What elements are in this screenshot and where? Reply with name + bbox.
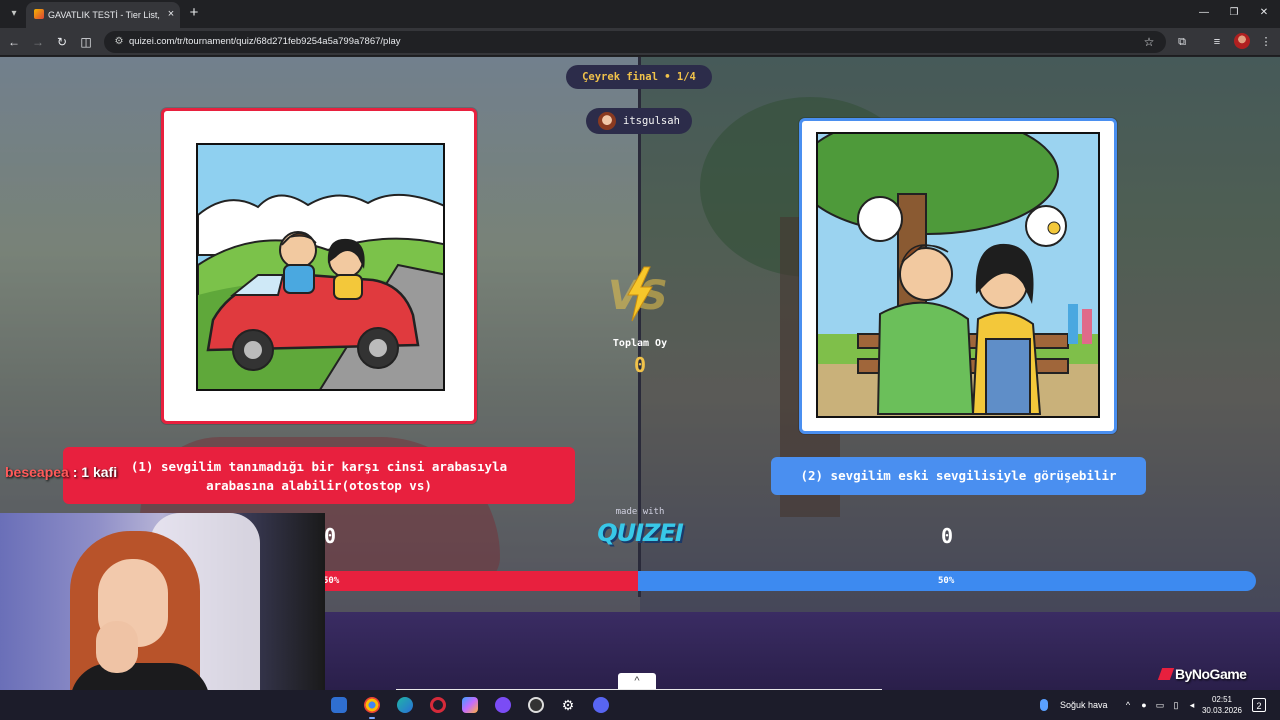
- made-with-text: made with: [615, 507, 665, 517]
- vs-lightning-icon: VS: [608, 266, 668, 322]
- bynogame-watermark: ByNoGame: [1160, 666, 1247, 682]
- option-1-percent: 50%: [323, 576, 340, 586]
- option-2-card[interactable]: [799, 118, 1117, 434]
- minimize-button[interactable]: —: [1194, 5, 1214, 21]
- tab-strip: ▾ GAVATLIK TESTİ - Tier List, Kör S × + …: [0, 0, 1280, 28]
- username: itsgulsah: [623, 115, 680, 127]
- round-indicator: Çeyrek final • 1/4: [566, 65, 712, 89]
- tab-search-icon[interactable]: ▾: [6, 6, 22, 22]
- close-window-button[interactable]: ✕: [1254, 5, 1274, 21]
- back-button[interactable]: ←: [6, 34, 22, 50]
- site-info-icon[interactable]: ⚙: [112, 35, 126, 49]
- browser-menu-icon[interactable]: ⋮: [1258, 34, 1274, 50]
- chevron-up-icon[interactable]: ^: [618, 673, 656, 690]
- edge-icon[interactable]: [397, 697, 413, 713]
- chrome-icon[interactable]: [364, 697, 380, 719]
- address-bar[interactable]: ⚙ quizei.com/tr/tournament/quiz/68d271fe…: [104, 31, 1166, 53]
- chat-text: 1 kafi: [81, 464, 118, 480]
- webcam-overlay: [0, 513, 325, 720]
- new-tab-button[interactable]: +: [186, 5, 202, 21]
- option-2-button[interactable]: (2) sevgilim eski sevgilisiyle görüşebil…: [771, 457, 1146, 495]
- option-1-button[interactable]: (1) sevgilim tanımadığı bir karşı cinsi …: [63, 447, 575, 504]
- recorder-icon[interactable]: [528, 697, 544, 713]
- bookmark-star-icon[interactable]: ☆: [1141, 34, 1157, 50]
- obs-icon[interactable]: [495, 697, 511, 713]
- tray-chevron-icon[interactable]: ^: [1122, 699, 1134, 711]
- stream-chat-message: beseapea : 1 kafi: [5, 464, 117, 480]
- option-2-progress: 50%: [638, 571, 1256, 591]
- park-couple-image: [818, 134, 1098, 416]
- option-1-illustration: [196, 143, 445, 391]
- option-2-percent: 50%: [938, 576, 955, 586]
- microphone-icon[interactable]: ●: [1138, 699, 1150, 711]
- chat-separator: :: [72, 464, 78, 480]
- outlook-icon[interactable]: [331, 697, 347, 713]
- settings-gear-icon[interactable]: ⚙: [560, 697, 576, 713]
- total-votes-value: 0: [633, 353, 647, 377]
- media-control-icon[interactable]: ≡: [1209, 34, 1225, 50]
- notification-icon[interactable]: 2: [1252, 698, 1266, 712]
- network-icon[interactable]: ▭: [1154, 699, 1166, 711]
- thermometer-icon[interactable]: [1040, 699, 1048, 711]
- url-text[interactable]: quizei.com/tr/tournament/quiz/68d271feb9…: [129, 35, 400, 49]
- avatar: [598, 112, 616, 130]
- tab-active[interactable]: GAVATLIK TESTİ - Tier List, Kör S ×: [26, 2, 180, 28]
- forward-button[interactable]: →: [30, 34, 46, 50]
- reload-button[interactable]: ↻: [54, 34, 70, 50]
- total-votes-label: Toplam Oy: [612, 338, 668, 349]
- clock-date[interactable]: 30.03.2026: [1200, 705, 1244, 716]
- restore-button[interactable]: ❐: [1224, 5, 1244, 21]
- opera-icon[interactable]: [430, 697, 446, 713]
- option-2-score: 0: [940, 524, 954, 548]
- discord-icon[interactable]: [593, 697, 609, 713]
- extensions-icon[interactable]: ⧉: [1174, 34, 1190, 50]
- weather-text[interactable]: Soğuk hava: [1060, 699, 1108, 711]
- split-view-icon[interactable]: ◫: [78, 34, 94, 50]
- windows-taskbar: ⚙ Soğuk hava ^ ● ▭ ▯ ◂ 02:51 30.03.2026 …: [0, 690, 1280, 720]
- clock-time[interactable]: 02:51: [1204, 694, 1240, 705]
- browser-toolbar: ← → ↻ ◫ ⚙ quizei.com/tr/tournament/quiz/…: [0, 28, 1280, 56]
- copilot-icon[interactable]: [462, 697, 478, 713]
- option-1-card[interactable]: [161, 108, 477, 424]
- tab-close-icon[interactable]: ×: [165, 7, 177, 21]
- chat-username: beseapea: [5, 464, 69, 480]
- user-badge: itsgulsah: [586, 108, 692, 134]
- option-2-illustration: [816, 132, 1100, 418]
- volume-icon[interactable]: ◂: [1186, 699, 1198, 711]
- quizei-logo[interactable]: QUIZEI: [594, 519, 686, 549]
- battery-icon[interactable]: ▯: [1170, 699, 1182, 711]
- tab-favicon-icon: [34, 9, 44, 19]
- profile-avatar[interactable]: [1234, 33, 1250, 49]
- car-couple-image: [198, 145, 443, 389]
- tab-title: GAVATLIK TESTİ - Tier List, Kör S: [48, 10, 160, 20]
